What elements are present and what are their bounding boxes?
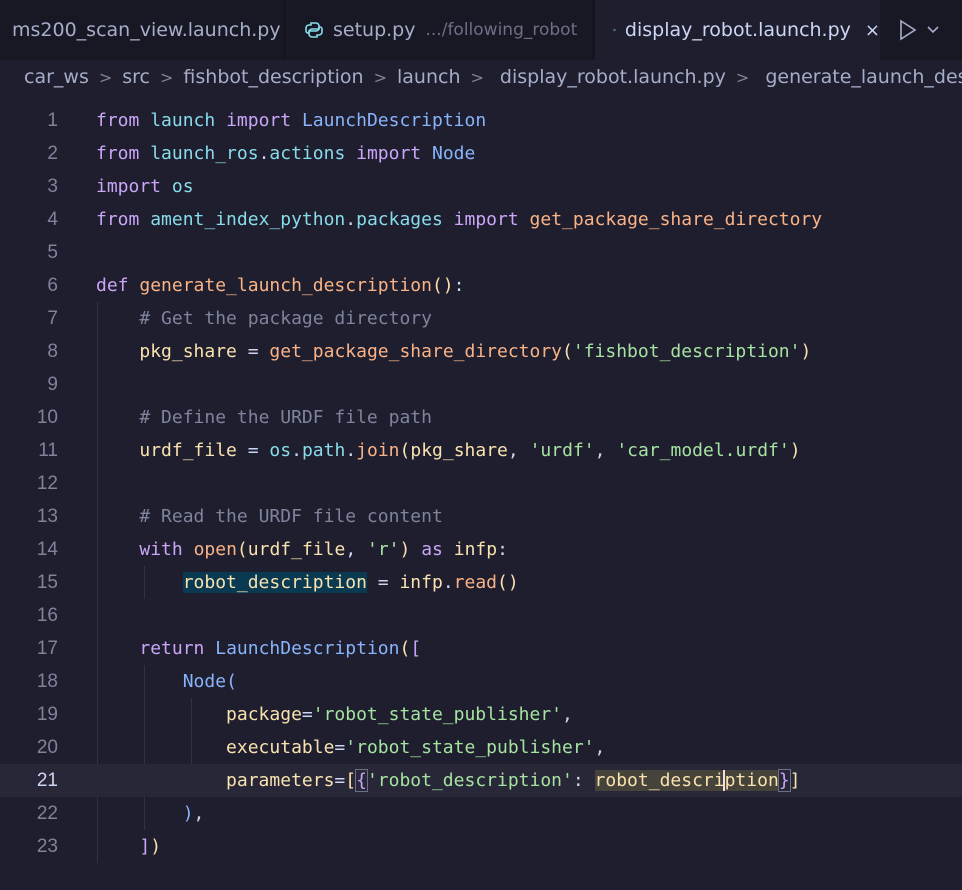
tab-label: setup.py <box>333 19 416 41</box>
code-line-current: 21 parameters=[{'robot_description': rob… <box>0 764 962 797</box>
tab-label: display_robot.launch.py <box>624 19 851 41</box>
code-line: 3 import os <box>0 170 962 203</box>
line-code: Node( <box>182 671 237 692</box>
code-line: 8 pkg_share = get_package_share_director… <box>0 335 962 368</box>
line-number: 15 <box>36 572 58 593</box>
chevron-down-icon[interactable] <box>926 25 940 35</box>
breadcrumb-item-launch[interactable]: launch <box>397 66 461 88</box>
line-code: package='robot_state_publisher', <box>226 704 573 725</box>
code-line: 15 robot_description = infp.read() <box>0 566 962 599</box>
chevron-right-icon: > <box>98 67 113 87</box>
code-line: 2 from launch_ros.actions import Node <box>0 137 962 170</box>
code-line: 9 <box>0 368 962 401</box>
code-line: 13 # Read the URDF file content <box>0 500 962 533</box>
close-icon[interactable]: × <box>865 20 880 41</box>
line-number: 6 <box>47 275 58 296</box>
code-line: 16 <box>0 599 962 632</box>
breadcrumb: car_ws > src > fishbot_description > lau… <box>0 60 962 94</box>
breadcrumb-item-fishbot-description[interactable]: fishbot_description <box>183 66 363 88</box>
line-number: 8 <box>47 341 58 362</box>
code-line: 6 def generate_launch_description(): <box>0 269 962 302</box>
text-cursor-position: ption <box>722 770 779 791</box>
line-number: 14 <box>36 539 58 560</box>
tab-actions <box>880 0 962 60</box>
line-number: 10 <box>36 407 58 428</box>
line-code: from launch import LaunchDescription <box>96 110 487 131</box>
line-number: 12 <box>36 473 58 494</box>
python-file-icon <box>613 28 616 32</box>
tab-ms200-scan-view[interactable]: ms200_scan_view.launch.py <box>0 0 285 60</box>
line-code: from launch_ros.actions import Node <box>96 143 476 164</box>
line-number: 7 <box>47 308 58 329</box>
tab-display-robot-launch[interactable]: display_robot.launch.py × <box>595 0 880 60</box>
code-line: 14 with open(urdf_file, 'r') as infp: <box>0 533 962 566</box>
line-number: 9 <box>47 374 58 395</box>
line-code: executable='robot_state_publisher', <box>226 737 606 758</box>
chevron-right-icon: > <box>160 67 174 87</box>
line-number: 20 <box>36 737 58 758</box>
code-line: 12 <box>0 467 962 500</box>
code-line: 1 from launch import LaunchDescription <box>0 104 962 137</box>
breadcrumb-item-src[interactable]: src <box>122 66 150 88</box>
line-number: 17 <box>36 638 58 659</box>
line-number: 22 <box>36 803 58 824</box>
code-line: 4 from ament_index_python.packages import… <box>0 203 962 236</box>
code-line: 7 # Get the package directory <box>0 302 962 335</box>
line-number: 11 <box>38 440 58 461</box>
python-file-icon <box>305 22 323 38</box>
line-number: 19 <box>36 704 58 725</box>
line-number: 13 <box>36 506 58 527</box>
code-line: 23 ]) <box>0 830 962 863</box>
line-number: 18 <box>36 671 58 692</box>
line-number: 16 <box>36 605 58 626</box>
line-code: from ament_index_python.packages import … <box>96 209 823 230</box>
breadcrumb-item-file[interactable]: display_robot.launch.py <box>500 66 726 88</box>
tab-bar: ms200_scan_view.launch.py setup.py .../f… <box>0 0 962 60</box>
tab-description: .../following_robot <box>425 20 578 40</box>
line-code: # Read the URDF file content <box>139 506 443 527</box>
line-code: robot_description = infp.read() <box>182 572 519 593</box>
line-code: ]) <box>139 836 162 857</box>
line-number: 2 <box>47 143 58 164</box>
line-code: ), <box>182 803 205 824</box>
tab-label: ms200_scan_view.launch.py <box>12 19 281 41</box>
code-line: 10 # Define the URDF file path <box>0 401 962 434</box>
line-number: 1 <box>47 110 58 131</box>
line-code: # Get the package directory <box>139 308 432 329</box>
line-code: urdf_file = os.path.join(pkg_share, 'urd… <box>139 440 801 461</box>
line-number: 4 <box>47 209 58 230</box>
line-number: 23 <box>36 836 58 857</box>
line-code: return LaunchDescription([ <box>139 638 422 659</box>
line-number: 5 <box>47 242 58 263</box>
breadcrumb-item-function[interactable]: generate_launch_description <box>765 66 962 88</box>
chevron-right-icon: > <box>373 67 387 87</box>
code-line: 20 executable='robot_state_publisher', <box>0 731 962 764</box>
code-line: 17 return LaunchDescription([ <box>0 632 962 665</box>
line-code: # Define the URDF file path <box>139 407 432 428</box>
code-line: 5 <box>0 236 962 269</box>
chevron-right-icon: > <box>470 67 484 87</box>
code-line: 11 urdf_file = os.path.join(pkg_share, '… <box>0 434 962 467</box>
run-play-icon[interactable] <box>898 19 918 41</box>
breadcrumb-item-car-ws[interactable]: car_ws <box>24 66 89 88</box>
code-line: 18 Node( <box>0 665 962 698</box>
tab-setup-py[interactable]: setup.py .../following_robot <box>286 0 594 60</box>
line-number: 3 <box>47 176 58 197</box>
line-code: parameters=[{'robot_description': robot_… <box>226 769 801 792</box>
line-code: def generate_launch_description(): <box>96 275 465 296</box>
line-code: pkg_share = get_package_share_directory(… <box>139 341 812 362</box>
line-code: import os <box>96 176 194 197</box>
code-line: 22 ), <box>0 797 962 830</box>
code-line: 19 package='robot_state_publisher', <box>0 698 962 731</box>
line-number: 21 <box>36 770 58 791</box>
chevron-right-icon: > <box>735 67 750 87</box>
line-code: with open(urdf_file, 'r') as infp: <box>139 539 508 560</box>
code-editor[interactable]: 1 from launch import LaunchDescription 2 f… <box>0 104 962 890</box>
